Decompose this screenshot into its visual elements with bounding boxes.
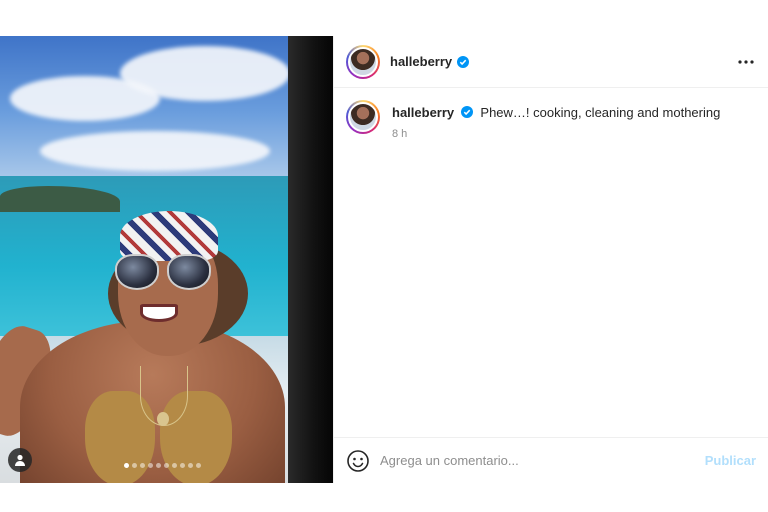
caption-text: Phew…! cooking, cleaning and mothering	[480, 105, 721, 120]
carousel-dot	[124, 463, 129, 468]
sunglasses	[115, 254, 215, 292]
avatar[interactable]	[348, 46, 378, 77]
carousel-dot	[132, 463, 137, 468]
carousel-dot	[140, 463, 145, 468]
boat-pole	[288, 36, 333, 483]
carousel-dot	[188, 463, 193, 468]
tagged-users-icon[interactable]	[8, 448, 32, 472]
avatar[interactable]	[348, 102, 378, 132]
cloud	[120, 46, 290, 101]
smiley-icon[interactable]	[346, 449, 370, 473]
caption-username[interactable]: halleberry	[392, 105, 454, 120]
caption-comment: halleberry Phew…! cooking, cleaning and …	[334, 88, 768, 152]
carousel-dot	[196, 463, 201, 468]
post-timestamp[interactable]: 8 h	[392, 128, 720, 140]
more-horizontal-icon	[738, 59, 754, 64]
carousel-indicator	[124, 463, 201, 468]
pendant	[157, 412, 169, 426]
cloud	[40, 131, 270, 171]
more-options-button[interactable]	[736, 52, 756, 72]
publish-button[interactable]: Publicar	[705, 453, 756, 468]
post-modal: halleberry halleberry Phew…! cooking, cl…	[0, 36, 768, 483]
verified-badge-icon	[457, 55, 470, 68]
carousel-dot	[164, 463, 169, 468]
add-comment-bar: Publicar	[334, 437, 768, 483]
post-header: halleberry	[334, 36, 768, 88]
carousel-dot	[148, 463, 153, 468]
header-username[interactable]: halleberry	[390, 54, 452, 69]
post-image[interactable]	[0, 36, 333, 483]
verified-badge-icon	[460, 106, 473, 118]
post-details-panel: halleberry halleberry Phew…! cooking, cl…	[333, 36, 768, 483]
smile	[140, 304, 178, 322]
carousel-dot	[180, 463, 185, 468]
story-ring[interactable]	[346, 100, 380, 134]
comment-input[interactable]	[380, 453, 705, 468]
carousel-dot	[172, 463, 177, 468]
carousel-dot	[156, 463, 161, 468]
story-ring[interactable]	[346, 44, 380, 79]
